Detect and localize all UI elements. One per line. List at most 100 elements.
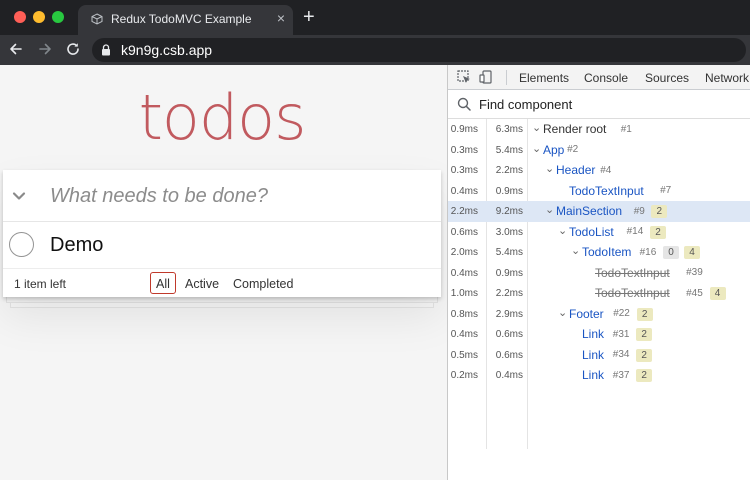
todo-label[interactable]: Demo <box>50 234 103 257</box>
component-name[interactable]: TodoItem <box>582 245 631 259</box>
inspect-element-icon[interactable] <box>457 70 471 84</box>
total-render-time: 0.9ms <box>495 185 523 197</box>
component-tree-row[interactable]: 0.8ms 2.9ms ⌄ Footer #22 2 <box>448 304 750 325</box>
component-name[interactable]: TodoTextInput <box>569 184 644 198</box>
cube-icon <box>91 13 103 25</box>
tab-network[interactable]: Network <box>705 71 749 85</box>
todo-item[interactable]: Demo <box>3 222 441 269</box>
render-count-badge: 2 <box>636 307 653 321</box>
component-tree-row[interactable]: 0.6ms 3.0ms ⌄ TodoList #14 2 <box>448 222 750 243</box>
expand-chevron-icon[interactable]: ⌄ <box>545 203 554 216</box>
self-render-time: 0.9ms <box>450 124 478 135</box>
url-text[interactable]: k9n9g.csb.app <box>121 42 212 58</box>
filter-completed-link[interactable]: Completed <box>227 272 299 294</box>
device-toolbar-icon[interactable] <box>479 70 493 84</box>
component-id: #7 <box>660 185 672 196</box>
reload-icon[interactable] <box>65 41 81 57</box>
total-render-time: 0.4ms <box>495 370 523 381</box>
component-name[interactable]: Header <box>556 163 595 177</box>
search-input[interactable]: Find component <box>479 97 572 112</box>
expand-chevron-icon[interactable]: ⌄ <box>532 142 541 155</box>
component-tree-row[interactable]: 0.3ms 2.2ms ⌄ Header #4 <box>448 160 750 181</box>
lock-icon[interactable] <box>101 44 111 56</box>
render-count-badge: 2 <box>636 369 653 382</box>
render-count-badge: 4 <box>684 246 700 259</box>
forward-arrow-icon[interactable] <box>37 41 53 57</box>
component-search-bar[interactable]: Find component <box>448 90 750 119</box>
expand-chevron-icon[interactable]: ⌄ <box>532 121 541 134</box>
close-window-icon[interactable] <box>14 11 26 23</box>
self-render-time: 1.0ms <box>450 288 478 299</box>
component-name[interactable]: TodoTextInput <box>595 286 670 300</box>
component-id: #39 <box>686 267 703 278</box>
component-name[interactable]: Render root <box>543 122 606 136</box>
component-name[interactable]: Link <box>582 348 604 362</box>
component-tree-row[interactable]: 0.9ms 6.3ms ⌄ Render root #1 <box>448 119 750 140</box>
total-render-time: 0.6ms <box>495 349 523 361</box>
component-id: #22 <box>613 308 630 319</box>
component-tree-row[interactable]: 0.4ms 0.6ms Link #31 2 <box>448 324 750 345</box>
component-tree-row[interactable]: 2.0ms 5.4ms ⌄ TodoItem #16 0 4 <box>448 242 750 263</box>
component-tree-row[interactable]: 2.2ms 9.2ms ⌄ MainSection #9 2 <box>448 201 750 222</box>
new-tab-button[interactable]: + <box>303 7 315 27</box>
self-render-time: 0.8ms <box>450 308 478 320</box>
component-name[interactable]: Link <box>582 368 604 382</box>
self-render-time: 0.4ms <box>450 267 478 279</box>
tab-console[interactable]: Console <box>584 71 628 85</box>
minimize-window-icon[interactable] <box>33 11 45 23</box>
render-count-badge: 2 <box>636 348 653 362</box>
component-tree-row[interactable]: 0.4ms 0.9ms TodoTextInput #7 <box>448 181 750 202</box>
tab-close-icon[interactable]: × <box>277 11 285 25</box>
component-tree-row[interactable]: 0.3ms 5.4ms ⌄ App #2 <box>448 140 750 161</box>
self-render-time: 2.2ms <box>450 206 478 217</box>
component-id: #1 <box>620 123 632 135</box>
component-tree-row[interactable]: 0.5ms 0.6ms Link #34 2 <box>448 345 750 366</box>
component-tree-row[interactable]: 0.2ms 0.4ms Link #37 2 <box>448 365 750 386</box>
total-render-time: 3.0ms <box>495 226 523 238</box>
self-render-time: 0.3ms <box>450 165 478 176</box>
component-id: #2 <box>567 144 579 155</box>
tab-elements[interactable]: Elements <box>519 71 569 85</box>
todo-card: Demo 1 item left All Active Completed <box>3 170 441 297</box>
component-id: #9 <box>633 205 645 217</box>
total-render-time: 5.4ms <box>495 247 523 258</box>
filter-all-link[interactable]: All <box>150 272 176 294</box>
component-name[interactable]: App <box>543 143 564 157</box>
expand-chevron-icon[interactable]: ⌄ <box>571 244 580 257</box>
expand-chevron-icon[interactable]: ⌄ <box>545 162 554 175</box>
toggle-all-chevron-icon[interactable] <box>11 188 27 204</box>
component-name[interactable]: MainSection <box>556 204 622 218</box>
component-name[interactable]: Footer <box>569 307 604 321</box>
self-render-time: 0.4ms <box>450 329 478 340</box>
todo-complete-checkbox[interactable] <box>9 232 34 257</box>
expand-chevron-icon[interactable]: ⌄ <box>558 306 567 319</box>
total-render-time: 6.3ms <box>495 124 523 135</box>
total-render-time: 9.2ms <box>495 206 523 217</box>
total-render-time: 2.2ms <box>495 288 523 299</box>
browser-titlebar: Redux TodoMVC Example × + <box>0 0 750 35</box>
component-id: #14 <box>626 226 644 237</box>
component-name[interactable]: Link <box>582 327 604 341</box>
component-tree-row[interactable]: 0.4ms 0.9ms TodoTextInput #39 <box>448 263 750 284</box>
total-render-time: 5.4ms <box>495 144 523 156</box>
component-name[interactable]: TodoList <box>569 225 614 239</box>
browser-tab[interactable]: Redux TodoMVC Example × <box>78 5 293 35</box>
self-render-time: 0.5ms <box>450 349 478 361</box>
maximize-window-icon[interactable] <box>52 11 64 23</box>
items-left-count: 1 item left <box>14 277 67 291</box>
todo-footer: 1 item left All Active Completed <box>3 269 441 297</box>
self-render-time: 0.2ms <box>450 370 478 381</box>
expand-chevron-icon[interactable]: ⌄ <box>558 224 567 237</box>
component-name[interactable]: TodoTextInput <box>595 266 670 280</box>
new-todo-input[interactable] <box>50 180 430 212</box>
self-render-time: 0.4ms <box>450 185 478 197</box>
filter-active-link[interactable]: Active <box>179 272 225 294</box>
back-arrow-icon[interactable] <box>8 41 24 57</box>
component-id: #4 <box>600 164 612 176</box>
address-bar[interactable]: k9n9g.csb.app <box>92 38 746 62</box>
render-count-badge: 2 <box>650 225 666 239</box>
component-tree-row[interactable]: 1.0ms 2.2ms TodoTextInput #45 4 <box>448 283 750 304</box>
self-render-time: 0.3ms <box>450 144 478 156</box>
tab-sources[interactable]: Sources <box>645 71 689 85</box>
component-id: #37 <box>612 369 630 381</box>
